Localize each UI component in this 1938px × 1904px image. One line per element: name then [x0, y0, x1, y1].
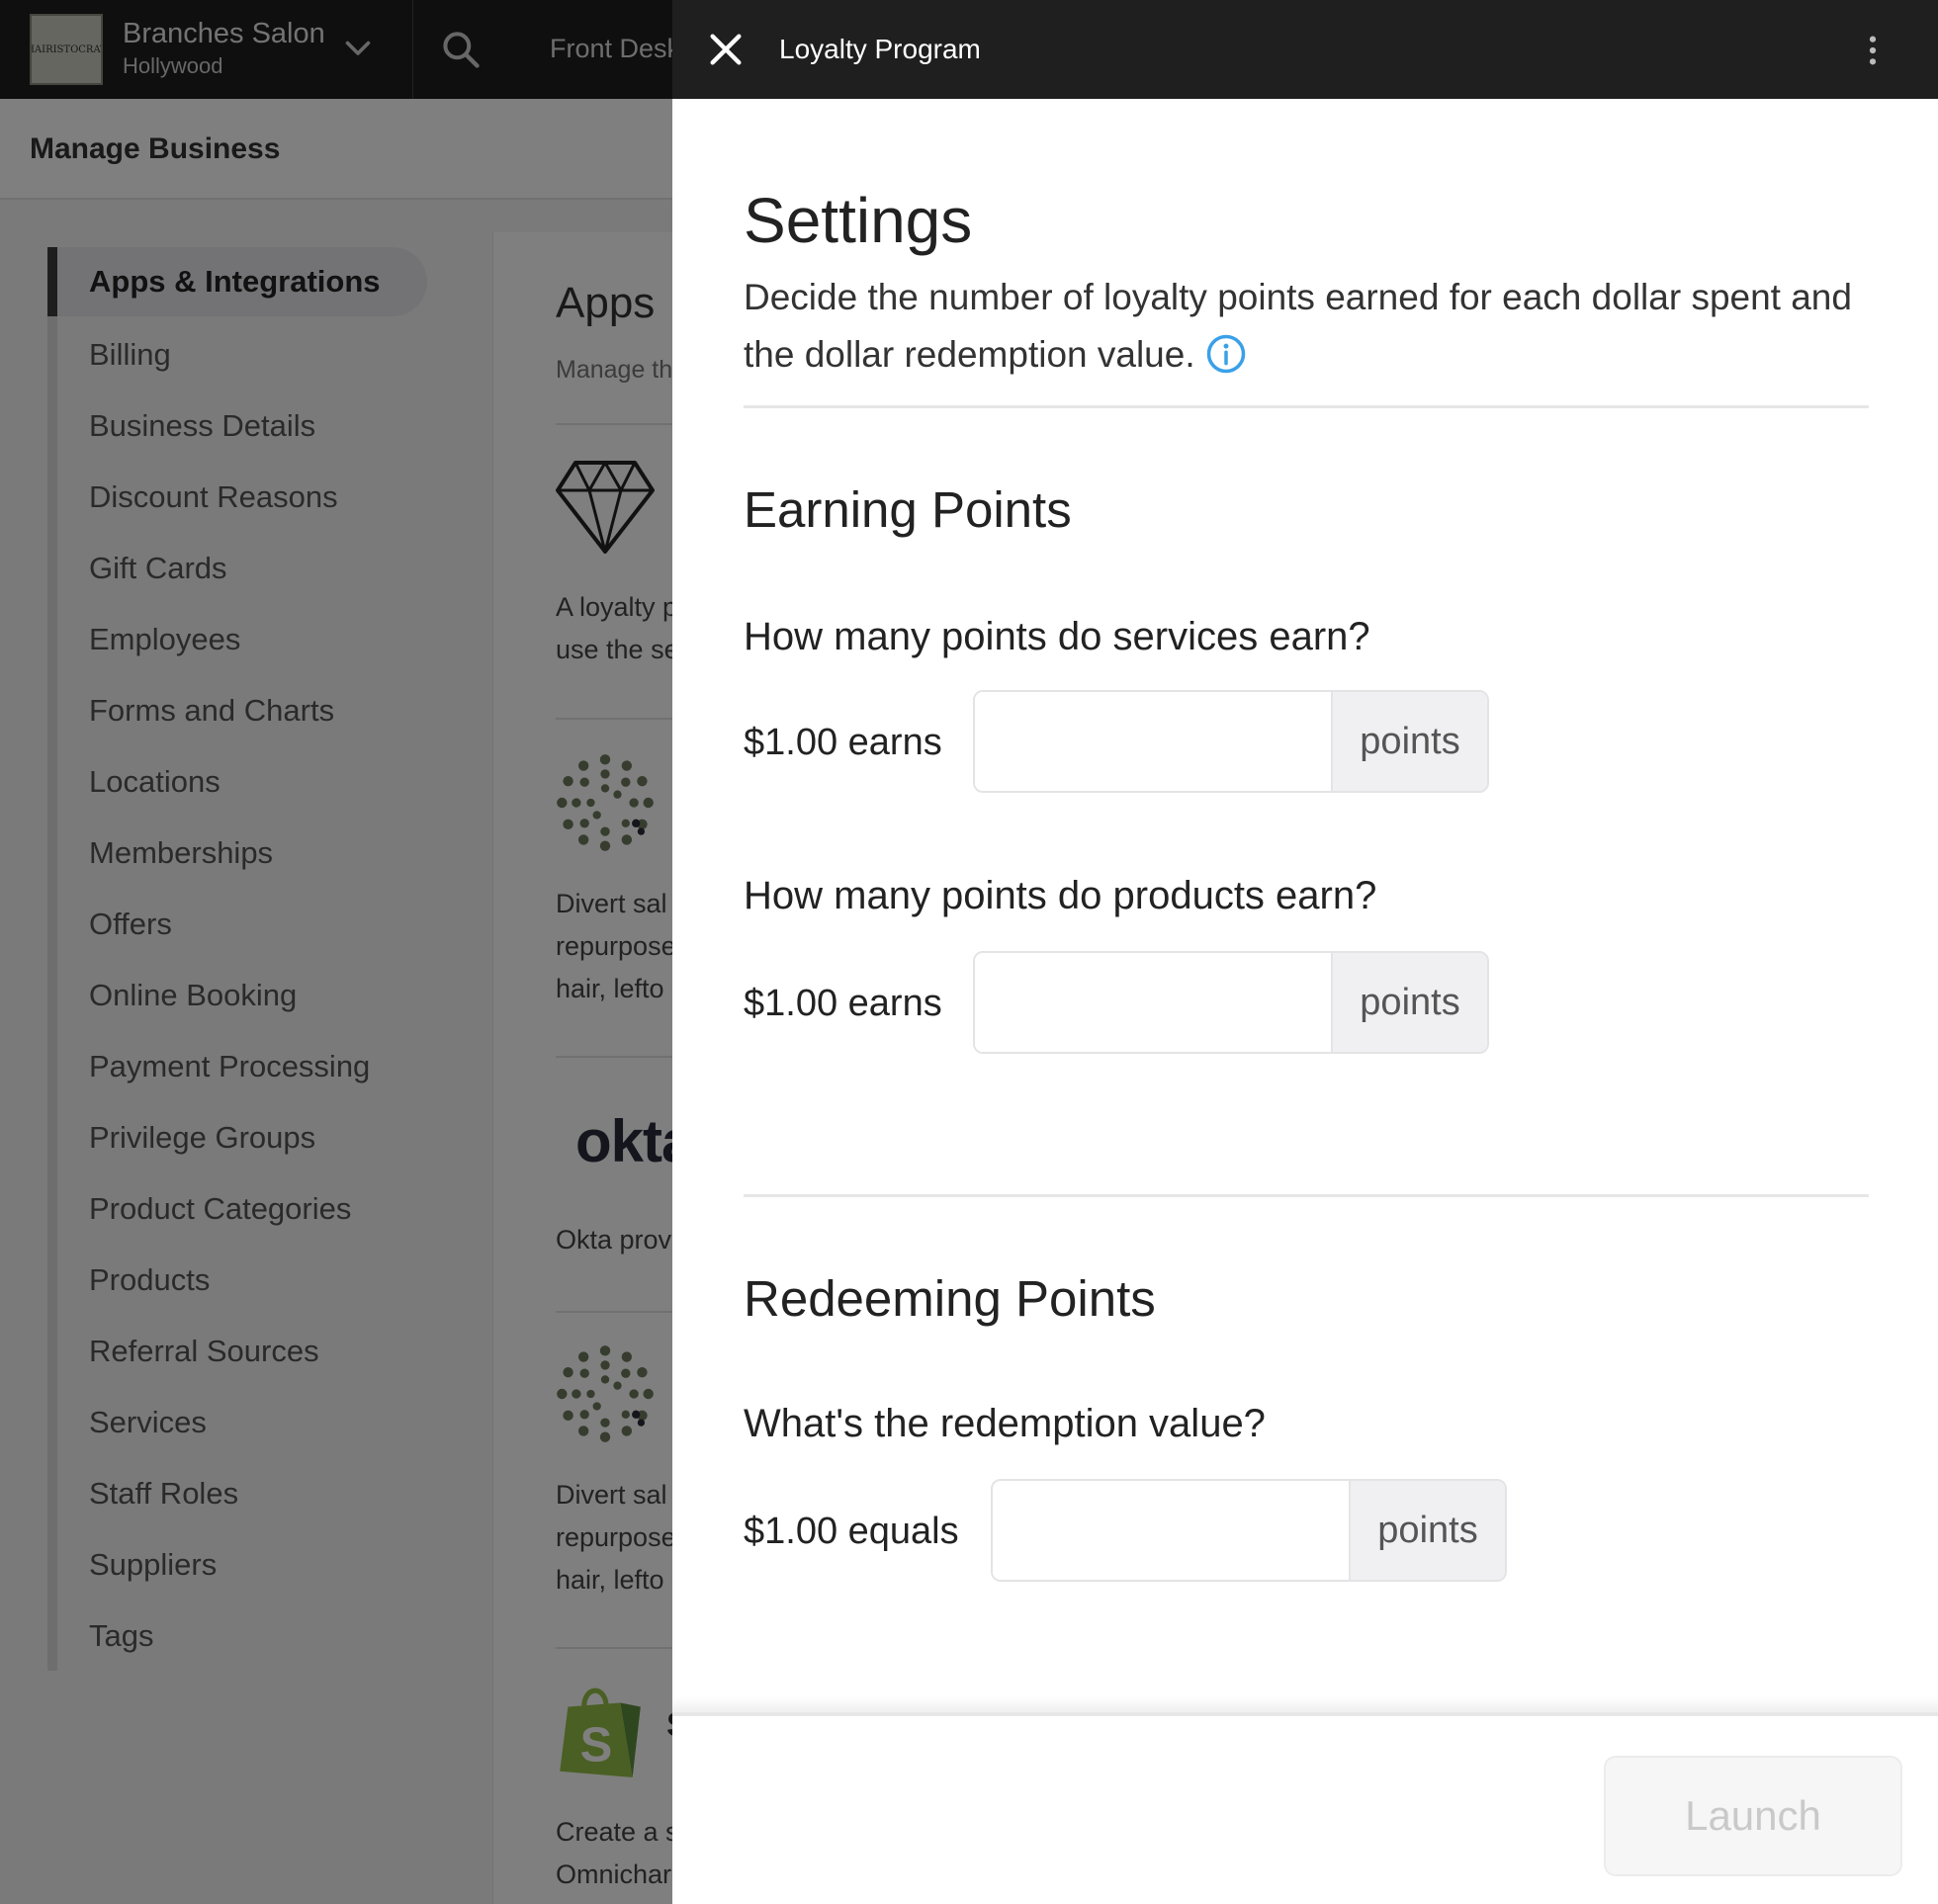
settings-heading: Settings — [744, 185, 973, 256]
settings-description-block: Decide the number of loyalty points earn… — [744, 269, 1891, 384]
products-points-input-group: points — [973, 951, 1489, 1054]
redemption-points-input[interactable] — [993, 1481, 1349, 1580]
redemption-value-question: What's the redemption value? — [744, 1402, 1266, 1445]
points-unit-label: points — [1331, 692, 1487, 791]
products-points-question: How many points do products earn? — [744, 874, 1377, 917]
services-earn-label: $1.00 earns — [744, 722, 942, 763]
products-earn-label: $1.00 earns — [744, 983, 942, 1024]
modal-backdrop[interactable] — [0, 0, 672, 1904]
drawer-header: Loyalty Program — [672, 0, 1938, 99]
earning-points-heading: Earning Points — [744, 481, 1072, 538]
drawer-footer: Launch — [672, 1712, 1938, 1904]
services-points-input[interactable] — [975, 692, 1331, 791]
redeeming-points-heading: Redeeming Points — [744, 1270, 1156, 1327]
settings-description: Decide the number of loyalty points earn… — [744, 277, 1852, 375]
products-points-input[interactable] — [975, 953, 1331, 1052]
divider — [744, 405, 1869, 408]
drawer-title: Loyalty Program — [779, 34, 981, 64]
services-points-question: How many points do services earn? — [744, 615, 1370, 658]
divider — [744, 1194, 1869, 1197]
launch-button[interactable]: Launch — [1604, 1756, 1902, 1876]
loyalty-program-drawer: Loyalty Program Settings Decide the numb… — [672, 0, 1938, 1904]
close-icon[interactable] — [706, 30, 746, 69]
redemption-equals-label: $1.00 equals — [744, 1511, 959, 1552]
info-icon[interactable] — [1205, 333, 1247, 375]
points-unit-label: points — [1349, 1481, 1505, 1580]
more-options-icon[interactable] — [1861, 34, 1885, 67]
points-unit-label: points — [1331, 953, 1487, 1052]
redemption-points-input-group: points — [991, 1479, 1507, 1582]
services-points-input-group: points — [973, 690, 1489, 793]
